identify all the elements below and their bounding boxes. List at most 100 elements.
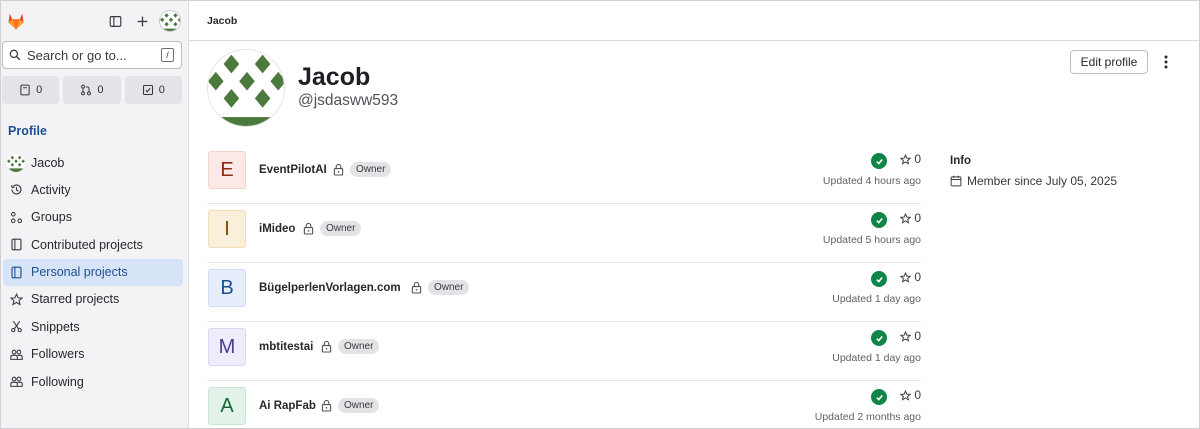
project-meta: Owner [411, 280, 470, 295]
user-menu-avatar[interactable] [159, 10, 181, 32]
main-content: Jacob @jsdasww593 Edit profile E EventPi… [189, 41, 1199, 428]
star-count-button[interactable]: 0 [900, 270, 921, 284]
lock-icon [303, 222, 314, 235]
sidebar-item-label: Groups [31, 210, 72, 225]
role-badge: Owner [338, 398, 380, 413]
lock-icon [333, 163, 344, 176]
star-count: 0 [914, 270, 921, 284]
sidebar-item-snippets[interactable]: Snippets [3, 313, 183, 340]
project-avatar[interactable]: A [208, 387, 246, 425]
info-title: Info [950, 155, 972, 167]
role-badge: Owner [350, 162, 392, 177]
issues-count-button[interactable]: 0 [2, 76, 60, 104]
project-name[interactable]: BügelperlenVorlagen.com [259, 282, 401, 294]
breadcrumb[interactable]: Jacob [207, 15, 237, 27]
member-since-text: Member since July 05, 2025 [967, 174, 1118, 188]
sidebar-item-followers[interactable]: Followers [3, 341, 183, 368]
pipeline-passed-icon[interactable] [871, 330, 887, 346]
user-avatar [7, 153, 25, 172]
sidebar-item-label: Starred projects [31, 292, 120, 307]
sidebar-item-label: Followers [31, 347, 85, 362]
pipeline-passed-icon[interactable] [871, 153, 887, 169]
sidebar-item-activity[interactable]: Activity [3, 176, 183, 203]
issues-count: 0 [36, 84, 43, 96]
sidebar: Search or go to... / 0 0 0 Profile Jacob… [1, 1, 189, 428]
star-count: 0 [914, 329, 921, 343]
star-icon [900, 330, 912, 342]
pipeline-passed-icon[interactable] [871, 271, 887, 287]
star-icon [900, 212, 912, 224]
pipeline-passed-icon[interactable] [871, 212, 887, 228]
project-stats: 0 Updated 2 months ago [781, 387, 921, 428]
groups-icon [9, 210, 23, 224]
search-input[interactable]: Search or go to... / [2, 41, 182, 69]
app-window: Search or go to... / 0 0 0 Profile Jacob… [0, 0, 1200, 429]
sidebar-item-contributed-projects[interactable]: Contributed projects [3, 231, 183, 258]
info-panel: Info Member since July 05, 2025 [950, 155, 1117, 188]
issues-icon [20, 84, 30, 96]
merge-request-icon [81, 84, 92, 96]
sidebar-item-starred-projects[interactable]: Starred projects [3, 286, 183, 313]
lock-icon [411, 281, 422, 294]
project-name[interactable]: EventPilotAI [259, 164, 327, 176]
star-count: 0 [914, 211, 921, 225]
profile-avatar [207, 49, 285, 127]
project-stats: 0 Updated 5 hours ago [781, 210, 921, 254]
project-name[interactable]: Ai RapFab [259, 400, 316, 412]
updated-time: Updated 5 hours ago [822, 234, 921, 246]
star-count-button[interactable]: 0 [900, 152, 921, 166]
project-name[interactable]: iMideo [259, 223, 295, 235]
star-count-button[interactable]: 0 [900, 211, 921, 225]
role-badge: Owner [320, 221, 362, 236]
sidebar-item-following[interactable]: Following [3, 368, 183, 395]
edit-profile-button[interactable]: Edit profile [1070, 50, 1148, 74]
project-row: M mbtitestai Owner 0 Updated 1 day ago [207, 322, 921, 381]
project-row: I iMideo Owner 0 Updated 5 hours ago [207, 204, 921, 263]
role-badge: Owner [338, 339, 380, 354]
search-placeholder: Search or go to... [27, 47, 127, 63]
project-row: B BügelperlenVorlagen.com Owner 0 Update… [207, 263, 921, 322]
star-count-button[interactable]: 0 [900, 388, 921, 402]
search-icon [9, 49, 21, 61]
updated-time: Updated 1 day ago [832, 293, 921, 305]
star-icon [9, 292, 23, 306]
history-icon [9, 183, 23, 197]
sidebar-item-personal-projects[interactable]: Personal projects [3, 258, 183, 286]
sidebar-toggle-icon[interactable] [105, 11, 125, 31]
project-row: E EventPilotAI Owner 0 Updated 4 hours a… [207, 145, 921, 204]
top-bar: Jacob [189, 1, 1199, 41]
sidebar-item-label: Activity [31, 182, 71, 197]
sidebar-item-jacob[interactable]: Jacob [3, 149, 183, 176]
star-count: 0 [914, 388, 921, 402]
projects-list: E EventPilotAI Owner 0 Updated 4 hours a… [207, 145, 921, 428]
plus-icon[interactable] [132, 11, 152, 31]
project-stats: 0 Updated 1 day ago [781, 269, 921, 313]
sidebar-item-groups[interactable]: Groups [3, 204, 183, 231]
gitlab-logo-icon[interactable] [6, 11, 26, 31]
project-avatar[interactable]: B [208, 269, 246, 307]
sidebar-nav: Jacob Activity Groups Contributed projec… [1, 149, 189, 396]
pipeline-passed-icon[interactable] [871, 389, 887, 405]
star-icon [900, 389, 912, 401]
calendar-icon [950, 175, 962, 187]
star-count-button[interactable]: 0 [900, 329, 921, 343]
more-actions-icon[interactable] [1158, 52, 1174, 72]
project-name[interactable]: mbtitestai [259, 341, 313, 353]
sidebar-item-label: Contributed projects [31, 237, 143, 252]
profile-handle: @jsdasww593 [298, 92, 399, 109]
project-avatar[interactable]: I [208, 210, 246, 248]
project-avatar[interactable]: E [208, 151, 246, 189]
merge-requests-count-button[interactable]: 0 [63, 76, 121, 104]
counts-bar: 0 0 0 [2, 76, 182, 104]
todos-count-button[interactable]: 0 [124, 76, 182, 104]
lock-icon [321, 399, 332, 412]
project-icon [9, 238, 23, 252]
sidebar-header [1, 1, 189, 41]
project-avatar[interactable]: M [208, 328, 246, 366]
project-meta: Owner [303, 221, 362, 236]
updated-time: Updated 2 months ago [814, 411, 921, 423]
project-icon [9, 265, 23, 279]
snippet-icon [9, 320, 23, 334]
star-icon [900, 153, 912, 165]
sidebar-item-label: Following [31, 374, 84, 389]
